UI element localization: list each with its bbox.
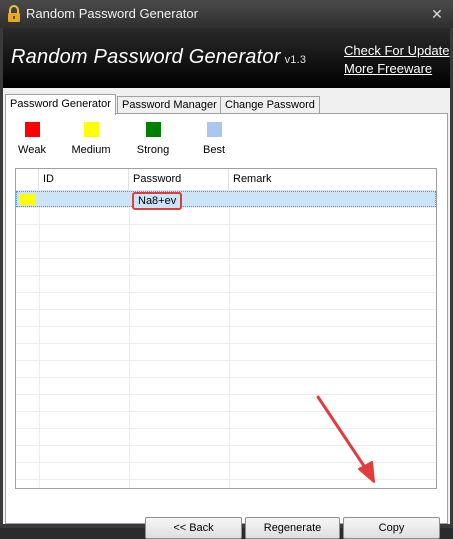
legend-label: Weak bbox=[18, 144, 46, 156]
list-grid-line bbox=[16, 445, 436, 463]
list-grid-line bbox=[16, 411, 436, 429]
app-name: Random Password Generator bbox=[11, 46, 281, 68]
column-header-strength[interactable] bbox=[16, 169, 39, 190]
check-for-update-link[interactable]: Check For Update bbox=[344, 43, 450, 58]
list-grid-column bbox=[229, 190, 230, 488]
table-row[interactable] bbox=[16, 191, 436, 207]
legend-label: Medium bbox=[71, 144, 111, 156]
back-button[interactable]: << Back bbox=[145, 517, 242, 539]
app-header: Random Password Generator v1.3 Check For … bbox=[3, 28, 450, 88]
close-icon: ✕ bbox=[431, 6, 443, 22]
app-version: v1.3 bbox=[284, 54, 307, 66]
app-window: Random Password Generator ✕ Random Passw… bbox=[0, 0, 453, 539]
legend-best: Best bbox=[184, 122, 244, 156]
list-grid-line bbox=[16, 207, 436, 225]
tab-password-manager[interactable]: Password Manager bbox=[117, 96, 222, 114]
legend-medium: Medium bbox=[61, 122, 121, 156]
column-header-password[interactable]: Password bbox=[129, 169, 229, 190]
list-grid-column bbox=[129, 190, 130, 488]
list-grid-line bbox=[16, 394, 436, 412]
copy-button[interactable]: Copy bbox=[343, 517, 440, 539]
tab-change-password[interactable]: Change Password bbox=[220, 96, 320, 114]
more-freeware-link[interactable]: More Freeware bbox=[344, 61, 432, 76]
app-banner-title: Random Password Generator v1.3 bbox=[11, 46, 306, 69]
window-title: Random Password Generator bbox=[26, 6, 198, 21]
title-bar[interactable]: Random Password Generator ✕ bbox=[0, 0, 453, 28]
list-grid-line bbox=[16, 343, 436, 361]
list-grid-line bbox=[16, 326, 436, 344]
list-grid-line bbox=[16, 428, 436, 446]
medium-swatch bbox=[83, 122, 99, 137]
password-list[interactable]: ID Password Remark Na8+ev bbox=[15, 168, 437, 489]
regenerate-button[interactable]: Regenerate bbox=[245, 517, 340, 539]
list-grid-line bbox=[16, 258, 436, 276]
lock-icon bbox=[8, 5, 20, 22]
legend-label: Strong bbox=[136, 144, 170, 156]
list-grid-line bbox=[16, 377, 436, 395]
close-button[interactable]: ✕ bbox=[428, 5, 446, 23]
list-grid-line bbox=[16, 275, 436, 293]
strong-swatch bbox=[145, 122, 161, 137]
legend-label: Best bbox=[202, 144, 225, 156]
list-grid-column bbox=[39, 190, 40, 488]
tab-panel-password-generator: Weak Medium Strong Best ID Password Rema… bbox=[2, 113, 448, 539]
main-panel: Password Generator Password Manager Chan… bbox=[2, 88, 450, 539]
list-grid-line bbox=[16, 224, 436, 242]
strength-indicator bbox=[19, 194, 36, 205]
column-header-remark[interactable]: Remark bbox=[229, 169, 436, 190]
legend-weak: Weak bbox=[2, 122, 62, 156]
legend-strong: Strong bbox=[123, 122, 183, 156]
list-header: ID Password Remark bbox=[16, 169, 436, 191]
tab-password-generator[interactable]: Password Generator bbox=[5, 94, 116, 115]
list-grid-line bbox=[16, 241, 436, 259]
list-grid-line bbox=[16, 292, 436, 310]
list-grid-line bbox=[16, 462, 436, 480]
password-cell[interactable]: Na8+ev bbox=[132, 192, 183, 210]
list-grid-line bbox=[16, 309, 436, 327]
list-grid-line bbox=[16, 360, 436, 378]
best-swatch bbox=[206, 122, 222, 137]
column-header-id[interactable]: ID bbox=[39, 169, 129, 190]
weak-swatch bbox=[24, 122, 40, 137]
